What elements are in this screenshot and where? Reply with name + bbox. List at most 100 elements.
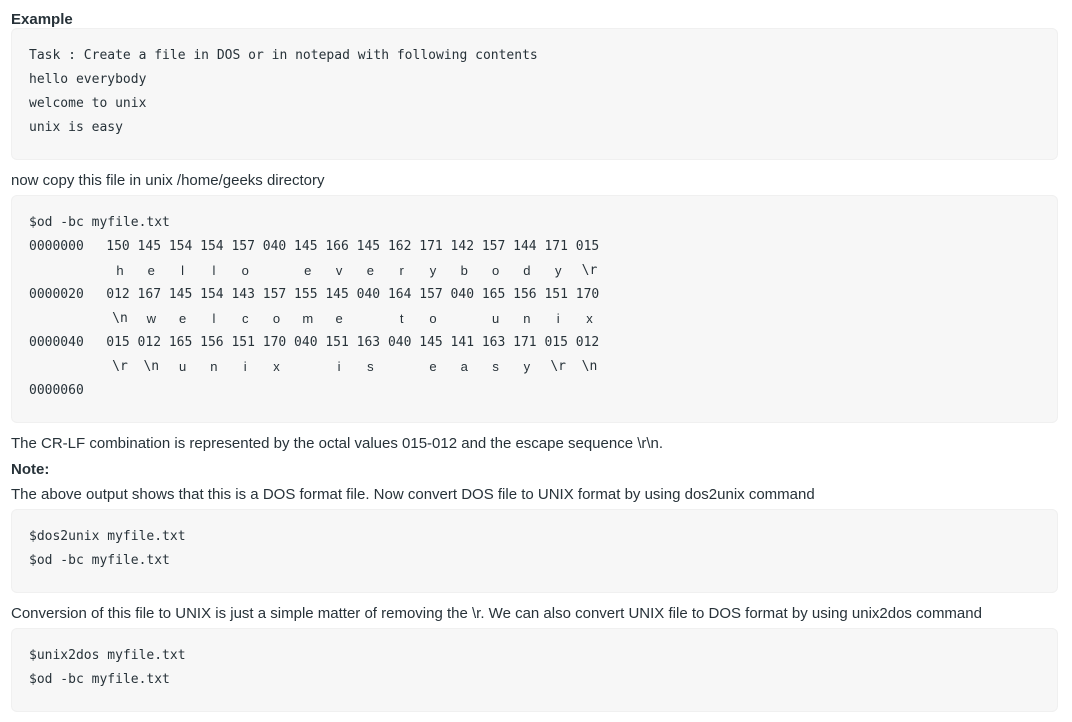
- od-octal-value: 166: [325, 239, 349, 254]
- od-octal-value: 040: [387, 335, 412, 350]
- od-char-value: [387, 355, 417, 379]
- code-line: hello everybody: [29, 72, 147, 87]
- od-char-value: c: [241, 311, 249, 326]
- od-char-value: n: [210, 359, 218, 374]
- od-octal-value: 156: [200, 335, 224, 350]
- od-char-value: t: [399, 311, 404, 326]
- od-char-value: e: [147, 263, 155, 278]
- od-char-value: \r: [550, 359, 567, 374]
- od-octal-value: 015: [544, 335, 568, 350]
- od-char-value: m: [302, 311, 314, 326]
- note-heading: Note:: [11, 461, 50, 478]
- od-char-value: n: [523, 311, 531, 326]
- od-char-value: y: [523, 359, 531, 374]
- od-octal-row: 0000020 012 167 145 154 143 157 155 145 040 164 157…: [29, 283, 1040, 307]
- od-octal-value: 162: [387, 239, 412, 254]
- od-octal-value: 157: [419, 287, 443, 302]
- od-octal-value: 145: [294, 239, 318, 254]
- od-octal-value: 163: [481, 335, 506, 350]
- code-line-end-address: 0000060: [29, 383, 84, 398]
- od-octal-value: 151: [544, 287, 568, 302]
- code-line: welcome to unix: [29, 96, 147, 111]
- od-octal-value: 040: [450, 287, 475, 302]
- od-char-value: d: [523, 263, 531, 278]
- od-octal-value: 150: [106, 239, 130, 254]
- od-char-value: o: [491, 263, 500, 278]
- od-dump: 0000000 150 145 154 154 157 040 145 166 145 162 171…: [29, 235, 1040, 379]
- od-char-value: l: [212, 311, 216, 326]
- od-char-value: u: [178, 359, 187, 374]
- od-char-value: y: [554, 263, 562, 278]
- od-octal-row: 0000040 015 012 165 156 151 170 040 151 163 040 145…: [29, 331, 1040, 355]
- paragraph-copy-file: now copy this file in unix /home/geeks d…: [11, 172, 325, 189]
- od-char-row: \n w e l c o m e t o u n i x: [29, 307, 1040, 331]
- od-octal-value: 040: [294, 335, 318, 350]
- od-char-row: h e l l o e v e r y b o d y \r: [29, 259, 1040, 283]
- od-octal-value: 171: [513, 335, 537, 350]
- od-char-value: e: [178, 311, 187, 326]
- od-char-value: o: [429, 311, 437, 326]
- od-char-value: e: [335, 311, 343, 326]
- od-char-value: e: [304, 263, 312, 278]
- od-char-value: \n: [581, 359, 598, 374]
- code-block-dos2unix: $dos2unix myfile.txt $od -bc myfile.txt: [11, 509, 1058, 593]
- od-octal-value: 012: [575, 335, 600, 350]
- code-block-task: Task : Create a file in DOS or in notepa…: [11, 28, 1058, 160]
- od-char-value: x: [586, 311, 593, 326]
- od-char-value: [449, 307, 479, 331]
- od-char-value: h: [116, 263, 124, 278]
- od-char-value: i: [556, 311, 560, 326]
- od-char-value: u: [491, 311, 500, 326]
- od-char-value: e: [366, 263, 374, 278]
- od-char-value: [262, 259, 292, 283]
- od-octal-value: 040: [262, 239, 287, 254]
- od-char-value: b: [460, 263, 468, 278]
- od-char-value: y: [429, 263, 437, 278]
- od-octal-value: 143: [231, 287, 255, 302]
- od-address: 0000000: [29, 239, 84, 254]
- od-char-row: \r \n u n i x i s e a s y \r \n: [29, 355, 1040, 379]
- od-octal-value: 012: [106, 287, 130, 302]
- od-char-value: [293, 355, 323, 379]
- od-octal-value: 170: [575, 287, 600, 302]
- od-octal-value: 165: [481, 287, 506, 302]
- od-octal-value: 145: [137, 239, 162, 254]
- od-octal-value: 155: [294, 287, 318, 302]
- od-char-value: e: [429, 359, 437, 374]
- od-char-value: l: [212, 263, 216, 278]
- od-char-value: v: [335, 263, 343, 278]
- od-octal-value: 145: [325, 287, 349, 302]
- od-char-value: i: [243, 359, 247, 374]
- od-octal-value: 015: [575, 239, 600, 254]
- od-octal-value: 040: [356, 287, 381, 302]
- example-heading: Example: [11, 11, 73, 28]
- od-octal-value: 157: [481, 239, 506, 254]
- od-char-value: \n: [112, 311, 128, 326]
- code-line: $dos2unix myfile.txt: [29, 529, 186, 544]
- code-line: $od -bc myfile.txt: [29, 553, 170, 568]
- code-line: $unix2dos myfile.txt: [29, 648, 186, 663]
- od-octal-value: 164: [387, 287, 412, 302]
- od-char-value: s: [492, 359, 499, 374]
- od-char-value: a: [460, 359, 468, 374]
- od-char-value: \n: [143, 359, 160, 374]
- code-line: unix is easy: [29, 120, 123, 135]
- od-octal-value: 144: [513, 239, 537, 254]
- od-octal-value: 142: [450, 239, 475, 254]
- od-char-value: \r: [581, 263, 598, 278]
- paragraph-dos-format: The above output shows that this is a DO…: [11, 486, 815, 503]
- od-octal-value: 154: [168, 239, 193, 254]
- paragraph-conversion: Conversion of this file to UNIX is just …: [11, 605, 982, 622]
- od-octal-value: 145: [168, 287, 193, 302]
- od-octal-value: 170: [262, 335, 287, 350]
- code-line-command: $od -bc myfile.txt: [29, 215, 170, 230]
- od-octal-value: 171: [544, 239, 568, 254]
- od-octal-value: 151: [325, 335, 349, 350]
- code-line: $od -bc myfile.txt: [29, 672, 170, 687]
- od-octal-row: 0000000 150 145 154 154 157 040 145 166 145 162 171…: [29, 235, 1040, 259]
- od-octal-value: 141: [450, 335, 475, 350]
- od-octal-value: 157: [231, 239, 255, 254]
- od-octal-value: 012: [137, 335, 162, 350]
- od-address: 0000020: [29, 287, 84, 302]
- od-char-value: \r: [112, 359, 128, 374]
